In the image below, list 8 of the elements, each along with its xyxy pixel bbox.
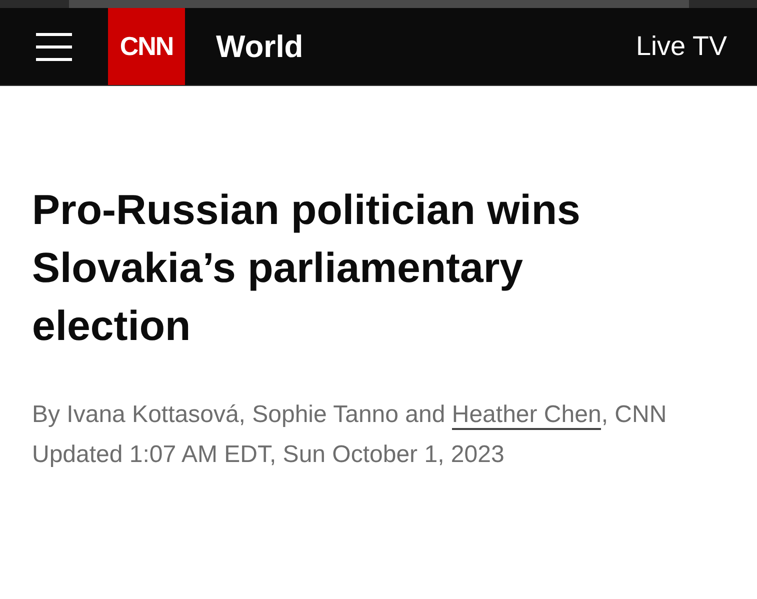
logo[interactable]: CNN [108, 8, 185, 85]
author-link[interactable]: Heather Chen [452, 401, 602, 430]
live-tv-link[interactable]: Live TV [636, 31, 727, 62]
menu-icon[interactable] [36, 32, 72, 62]
updated-timestamp: Updated 1:07 AM EDT, Sun October 1, 2023 [32, 441, 506, 469]
byline: By Ivana Kottasová, Sophie Tanno and Heather Chen, CNN [32, 400, 668, 432]
headline: Pro-Russian politician wins Slovakia’s parliamentary election [32, 185, 582, 351]
section-title: World [216, 28, 304, 64]
